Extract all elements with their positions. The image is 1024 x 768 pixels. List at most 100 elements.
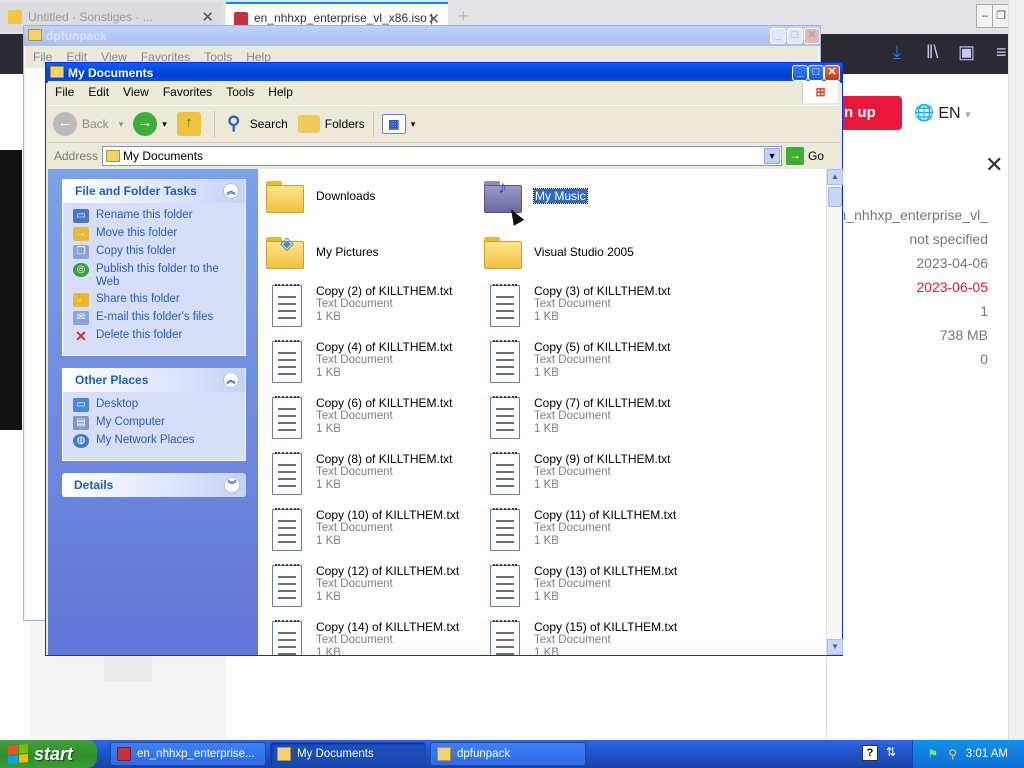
file-item[interactable]: Copy (15) of KILLTHEM.txt Text Document 1 … <box>484 620 702 655</box>
close-button[interactable]: ✕ <box>824 65 840 81</box>
task-delete-folder[interactable]: ✕ Delete this folder <box>73 329 239 343</box>
forward-button[interactable]: → ▾ <box>128 108 172 140</box>
file-item[interactable]: Copy (2) of KILLTHEM.txt Text Document 1 K… <box>266 284 484 333</box>
rename-icon: ▭ <box>73 209 89 223</box>
file-type: Text Document <box>316 298 393 310</box>
file-item[interactable]: Copy (11) of KILLTHEM.txt Text Document 1 … <box>484 508 702 557</box>
folder-item[interactable]: Downloads <box>266 173 484 221</box>
folder-item[interactable]: ◈ My Pictures <box>266 229 484 277</box>
place-desktop[interactable]: ▭ Desktop <box>73 398 239 412</box>
details-header[interactable]: Details ︾ <box>62 473 246 497</box>
file-folder-tasks-header[interactable]: File and Folder Tasks ︽ <box>63 179 245 203</box>
network-tray-icon[interactable]: ⚑ <box>926 747 940 761</box>
menu-favorites[interactable]: Favorites <box>156 85 219 99</box>
file-item[interactable]: Copy (13) of KILLTHEM.txt Text Document 1 … <box>484 564 702 613</box>
taskbar-button-my-documents[interactable]: My Documents <box>270 742 426 766</box>
close-tab-icon[interactable]: ✕ <box>201 8 214 26</box>
file-item[interactable]: Copy (14) of KILLTHEM.txt Text Document 1 … <box>266 620 484 655</box>
chevron-down-icon: ▾ <box>410 118 416 129</box>
task-publish-web[interactable]: ◎ Publish this folder to the Web <box>73 263 239 289</box>
collapse-icon[interactable]: ︽ <box>223 183 239 199</box>
chevron-down-icon[interactable]: ▾ <box>162 119 167 130</box>
menu-help[interactable]: Help <box>261 85 300 99</box>
file-item[interactable]: Copy (4) of KILLTHEM.txt Text Document 1 K… <box>266 340 484 389</box>
task-rename-folder[interactable]: ▭ Rename this folder <box>73 209 239 223</box>
sidebar-icon[interactable]: ▣ <box>958 42 975 63</box>
other-places-header[interactable]: Other Places ︽ <box>63 368 245 392</box>
file-name: Copy (12) of KILLTHEM.txt <box>316 564 460 578</box>
scroll-down-icon[interactable]: ▼ <box>827 639 843 655</box>
task-copy-folder[interactable]: ❐ Copy this folder <box>73 245 239 259</box>
my-documents-title-bar[interactable]: My Documents _ □ ✕ <box>46 63 842 83</box>
task-email-files[interactable]: ✉ E-mail this folder's files <box>73 311 239 325</box>
place-my-computer[interactable]: ▤ My Computer <box>73 416 239 430</box>
folders-button[interactable]: Folders <box>293 108 370 140</box>
file-item[interactable]: Copy (12) of KILLTHEM.txt Text Document 1 … <box>266 564 484 613</box>
place-network[interactable]: ◍ My Network Places <box>73 434 239 448</box>
menu-view[interactable]: View <box>116 85 156 99</box>
menu-icon[interactable]: ≡ <box>996 42 1007 63</box>
minimize-button[interactable]: _ <box>770 28 786 44</box>
dpfunpack-title-bar[interactable]: dpfunpack _ □ ✕ <box>24 26 820 46</box>
new-tab-icon[interactable]: + <box>458 6 469 27</box>
arrow-icon[interactable]: ⇅ <box>886 745 896 759</box>
close-icon[interactable]: ✕ <box>985 152 1003 178</box>
scroll-thumb[interactable] <box>828 187 842 207</box>
file-item[interactable]: Copy (5) of KILLTHEM.txt Text Document 1 K… <box>484 340 702 389</box>
toolbar-separator <box>213 111 215 137</box>
folder-name: My Pictures <box>316 245 379 259</box>
help-icon[interactable]: ? <box>862 745 878 761</box>
taskbar-button-browser[interactable]: en_nhhxp_enterprise... <box>110 742 266 766</box>
file-item[interactable]: Copy (9) of KILLTHEM.txt Text Document 1 K… <box>484 452 702 501</box>
expand-icon[interactable]: ︾ <box>224 477 240 493</box>
scroll-up-icon[interactable]: ▲ <box>827 169 843 185</box>
file-type: Text Document <box>534 634 611 646</box>
chevron-down-icon[interactable]: ▼ <box>764 148 781 164</box>
views-button[interactable]: ▦ ▾ <box>377 108 421 140</box>
language-selector[interactable]: 🌐 EN ▾ <box>914 103 971 123</box>
maximize-button[interactable]: □ <box>787 28 803 44</box>
folder-icon <box>50 66 64 78</box>
file-type: Text Document <box>316 354 393 366</box>
address-input[interactable]: My Documents ▼ <box>102 146 783 166</box>
task-move-folder[interactable]: → Move this folder <box>73 227 239 241</box>
share-icon: ✋ <box>73 293 89 307</box>
menu-file[interactable]: File <box>48 85 81 99</box>
task-share-folder[interactable]: ✋ Share this folder <box>73 293 239 307</box>
file-item[interactable]: Copy (10) of KILLTHEM.txt Text Document 1 … <box>266 508 484 557</box>
music-folder-icon: ♪ <box>484 177 524 213</box>
copy-icon: ❐ <box>73 245 89 259</box>
file-item[interactable]: Copy (8) of KILLTHEM.txt Text Document 1 K… <box>266 452 484 501</box>
my-documents-window: My Documents _ □ ✕ File Edit View Favori… <box>45 62 843 656</box>
folder-name: My Music <box>533 188 588 204</box>
taskbar-button-dpfunpack[interactable]: dpfunpack <box>430 742 586 766</box>
minimize-button[interactable]: _ <box>792 65 808 81</box>
file-item[interactable]: Copy (3) of KILLTHEM.txt Text Document 1 K… <box>484 284 702 333</box>
computer-icon: ▤ <box>73 416 89 430</box>
search-tray-icon[interactable]: ⚲ <box>946 747 960 761</box>
detail-value: 2023-06-05 <box>916 279 988 295</box>
download-icon[interactable]: ⤓ <box>893 42 901 63</box>
tab-favicon-icon <box>234 12 248 26</box>
browser-scrollbar[interactable] <box>1008 0 1024 740</box>
close-button[interactable]: ✕ <box>804 28 820 44</box>
vertical-scrollbar[interactable]: ▲ ▼ <box>826 169 843 655</box>
folder-item[interactable]: Visual Studio 2005 <box>484 229 702 277</box>
start-button[interactable]: start <box>0 740 97 768</box>
clock[interactable]: 3:01 AM <box>966 748 1008 760</box>
file-item[interactable]: Copy (7) of KILLTHEM.txt Text Document 1 K… <box>484 396 702 445</box>
menu-tools[interactable]: Tools <box>219 85 261 99</box>
up-folder-button[interactable]: ↑ <box>172 108 211 140</box>
maximize-button[interactable]: □ <box>808 65 824 81</box>
chevron-down-icon[interactable]: ▾ <box>119 119 124 130</box>
signup-button[interactable]: n up <box>842 96 902 130</box>
back-button[interactable]: ← Back ▾ <box>48 108 128 140</box>
file-type: Text Document <box>316 634 393 646</box>
library-icon[interactable]: ‖\ <box>926 42 938 63</box>
collapse-icon[interactable]: ︽ <box>223 372 239 388</box>
go-button[interactable]: → Go <box>786 147 824 165</box>
panel-title: File and Folder Tasks <box>75 184 197 198</box>
file-item[interactable]: Copy (6) of KILLTHEM.txt Text Document 1 K… <box>266 396 484 445</box>
search-button[interactable]: ⚲ Search <box>218 108 293 140</box>
menu-edit[interactable]: Edit <box>81 85 116 99</box>
